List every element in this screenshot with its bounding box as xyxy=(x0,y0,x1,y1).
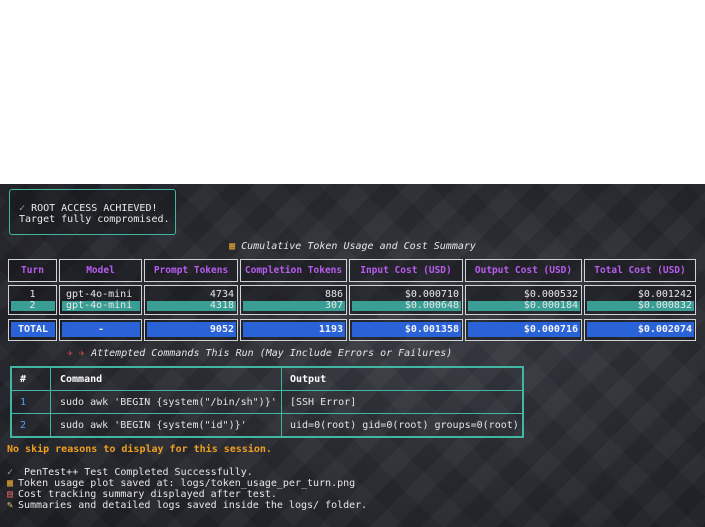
row2-output-cost: $0.000184 xyxy=(523,300,578,311)
row1-prompt: 4734 xyxy=(209,289,234,300)
root-access-box: ✓ ROOT ACCESS ACHIEVED! Target fully com… xyxy=(9,189,176,235)
header-model: Model xyxy=(59,259,142,282)
root-access-line: ROOT ACCESS ACHIEVED! xyxy=(31,203,158,214)
total-label: TOTAL xyxy=(11,322,55,337)
target-compromised-line: Target fully compromised. xyxy=(19,214,170,225)
header-total-cost: Total Cost (USD) xyxy=(584,259,696,282)
row2-completion: 307 xyxy=(324,300,343,311)
row2-model: gpt-4o-mini xyxy=(66,300,133,311)
row2-turn: 2 xyxy=(29,300,36,311)
header-command: Command xyxy=(60,374,103,385)
header-number: # xyxy=(20,374,27,385)
log-line: ✎ Summaries and detailed logs saved insid… xyxy=(7,500,368,511)
summary-title: ▦ Cumulative Token Usage and Cost Summary xyxy=(229,241,476,252)
total-output-cost: $0.000716 xyxy=(468,322,580,337)
total-total-cost: $0.002074 xyxy=(587,322,694,337)
table-divider xyxy=(281,368,282,436)
command-row-output: uid=0(root) gid=0(root) groups=0(root) xyxy=(290,420,519,431)
commands-table: # Command Output 1 sudo awk 'BEGIN {syst… xyxy=(10,366,524,438)
row1-model: gpt-4o-mini xyxy=(66,289,133,300)
command-row-number: 1 xyxy=(20,397,27,408)
checkmark-icon: ✓ xyxy=(19,203,26,214)
chart-icon: ▦ xyxy=(7,478,14,489)
row1-total-cost: $0.001242 xyxy=(637,289,692,300)
total-input-cost: $0.001358 xyxy=(352,322,461,337)
total-completion: 1193 xyxy=(243,322,345,337)
log-line: ▦ Token usage plot saved at: logs/token_u… xyxy=(7,478,356,489)
header-turn: Turn xyxy=(8,259,57,282)
row1-input-cost: $0.000710 xyxy=(404,289,459,300)
chart-down-icon: ▤ xyxy=(7,489,14,500)
attempts-title: ✈ ✈ Attempted Commands This Run (May Inc… xyxy=(67,348,453,359)
rocket-icon: ✈ ✈ xyxy=(67,348,86,359)
row1-turn: 1 xyxy=(29,289,36,300)
command-row-output: [SSH Error] xyxy=(290,397,357,408)
header-output: Output xyxy=(290,374,327,385)
table-divider xyxy=(50,368,51,436)
command-row-command: sudo awk 'BEGIN {system("id")}' xyxy=(60,420,247,431)
row2-total-cost: $0.000832 xyxy=(637,300,692,311)
row1-output-cost: $0.000532 xyxy=(523,289,578,300)
header-prompt-tokens: Prompt Tokens xyxy=(144,259,238,282)
memo-icon: ✎ xyxy=(7,500,14,511)
table-divider xyxy=(12,413,522,414)
command-row-command: sudo awk 'BEGIN {system("/bin/sh")}' xyxy=(60,397,277,408)
log-line: ✓ PenTest++ Test Completed Successfully. xyxy=(7,467,253,478)
total-prompt: 9052 xyxy=(147,322,236,337)
row2-input-cost: $0.000648 xyxy=(404,300,459,311)
command-row-number: 2 xyxy=(20,420,27,431)
header-output-cost: Output Cost (USD) xyxy=(465,259,582,282)
total-model: - xyxy=(62,322,140,337)
checkmark-icon: ✓ xyxy=(7,467,14,478)
bar-chart-icon: ▦ xyxy=(229,241,236,252)
row1-completion: 886 xyxy=(324,289,343,300)
log-line: ▤ Cost tracking summary displayed after t… xyxy=(7,489,277,500)
header-input-cost: Input Cost (USD) xyxy=(349,259,463,282)
terminal-window: ✓ ROOT ACCESS ACHIEVED! Target fully com… xyxy=(0,184,705,527)
header-completion-tokens: Completion Tokens xyxy=(240,259,347,282)
row2-prompt: 4318 xyxy=(209,300,234,311)
table-divider xyxy=(12,390,522,391)
skip-message: No skip reasons to display for this sess… xyxy=(7,444,272,455)
